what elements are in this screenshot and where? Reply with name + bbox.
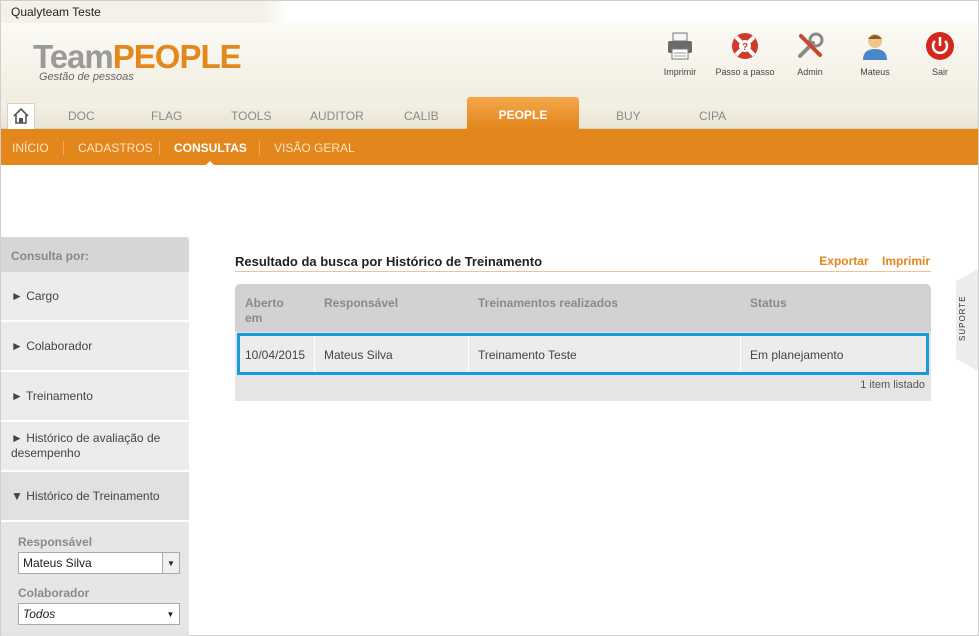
subnav-cadastros[interactable]: CADASTROS	[78, 141, 153, 155]
sidebar-filter-form: Responsável Mateus Silva ▼ Colaborador T…	[1, 522, 189, 632]
cell-divider	[314, 336, 315, 372]
logout-label: Sair	[931, 67, 948, 77]
tab-calib[interactable]: CALIB	[404, 109, 439, 123]
chevron-down-icon[interactable]: ▼	[162, 553, 179, 573]
responsavel-select[interactable]: Mateus Silva ▼	[18, 552, 180, 574]
tools-icon	[798, 32, 824, 58]
svg-text:?: ?	[742, 42, 748, 53]
tab-cipa[interactable]: CIPA	[699, 109, 726, 123]
col-status[interactable]: Status	[750, 296, 787, 311]
responsavel-label: Responsável	[18, 535, 93, 549]
support-side-tab[interactable]: SUPORTE	[956, 269, 978, 371]
module-tabs: DOC FLAG TOOLS AUDITOR CALIB PEOPLE BUY …	[1, 97, 978, 130]
sidebar-item-historico-avaliacao[interactable]: ► Histórico de avaliação de desempenho	[1, 422, 189, 472]
tab-home[interactable]	[7, 103, 35, 129]
tab-flag[interactable]: FLAG	[151, 109, 182, 123]
sub-navigation: INÍCIO CADASTROS CONSULTAS VISÃO GERAL	[1, 129, 978, 165]
printer-icon	[668, 32, 692, 60]
table-row[interactable]: 10/04/2015 Mateus Silva Treinamento Test…	[237, 333, 929, 375]
cell-divider	[468, 336, 469, 372]
sidebar-item-treinamento[interactable]: ► Treinamento	[1, 372, 189, 422]
active-subnav-caret	[205, 161, 215, 166]
colaborador-select[interactable]: Todos ▼	[18, 603, 180, 625]
teampeople-logo[interactable]: TeamPEOPLE Gestão de pessoas	[33, 38, 242, 83]
col-aberto-em[interactable]: Aberto em	[245, 296, 295, 326]
results-actions: Exportar Imprimir	[809, 254, 930, 268]
lifebuoy-icon: ?	[732, 33, 758, 59]
col-responsavel[interactable]: Responsável	[324, 296, 398, 311]
table-count: 1 item listado	[860, 379, 925, 391]
logo-people-text: PEOPLE	[112, 38, 242, 75]
subnav-visao-geral[interactable]: VISÃO GERAL	[274, 141, 355, 155]
col-treinamentos[interactable]: Treinamentos realizados	[478, 296, 618, 311]
print-label: Imprimir	[663, 67, 697, 77]
user-avatar-icon	[863, 34, 887, 60]
results-title: Resultado da busca por Histórico de Trei…	[235, 254, 543, 269]
results-table: Aberto em Responsável Treinamentos reali…	[235, 284, 931, 401]
query-sidebar: Consulta por: ► Cargo ► Colaborador ► Tr…	[1, 237, 189, 636]
responsavel-value: Mateus Silva	[23, 556, 92, 570]
colaborador-value: Todos	[23, 607, 56, 621]
tab-buy[interactable]: BUY	[616, 109, 641, 123]
admin-label: Admin	[797, 67, 823, 77]
home-icon	[13, 107, 29, 124]
subnav-divider	[63, 141, 64, 155]
tab-people[interactable]: PEOPLE	[467, 97, 579, 130]
logo-team-text: Team	[33, 38, 114, 75]
sidebar-item-cargo[interactable]: ► Cargo	[1, 272, 189, 322]
cell-status: Em planejamento	[750, 348, 844, 362]
help-button[interactable]: ? Passo a passo	[715, 31, 775, 77]
cell-aberto-em: 10/04/2015	[245, 348, 306, 362]
help-label: Passo a passo	[715, 67, 775, 77]
tab-doc[interactable]: DOC	[68, 109, 95, 123]
cell-divider	[740, 336, 741, 372]
top-strip: Qualyteam Teste	[1, 1, 978, 23]
subnav-consultas[interactable]: CONSULTAS	[174, 141, 247, 155]
sidebar-item-historico-treinamento[interactable]: ▼ Histórico de Treinamento	[1, 472, 189, 522]
print-link[interactable]: Imprimir	[882, 254, 930, 268]
tab-auditor[interactable]: AUDITOR	[310, 109, 364, 123]
cell-treinamento: Treinamento Teste	[478, 348, 577, 362]
sidebar-item-colaborador[interactable]: ► Colaborador	[1, 322, 189, 372]
export-link[interactable]: Exportar	[819, 254, 868, 268]
tab-tools[interactable]: TOOLS	[231, 109, 271, 123]
power-icon	[926, 32, 954, 60]
app-header: TeamPEOPLE Gestão de pessoas Imprimir ? …	[1, 23, 978, 103]
subnav-divider	[259, 141, 260, 155]
user-label: Mateus	[860, 67, 890, 77]
support-label: SUPORTE	[958, 295, 967, 341]
sidebar-heading: Consulta por:	[1, 237, 189, 272]
cell-responsavel: Mateus Silva	[324, 348, 393, 362]
colaborador-label: Colaborador	[18, 586, 90, 600]
logout-button[interactable]: Sair	[910, 31, 970, 77]
user-button[interactable]: Mateus	[845, 31, 905, 77]
subnav-inicio[interactable]: INÍCIO	[12, 141, 49, 155]
company-name: Qualyteam Teste	[1, 1, 291, 23]
admin-button[interactable]: Admin	[780, 31, 840, 77]
subnav-divider	[159, 141, 160, 155]
chevron-down-icon[interactable]: ▼	[162, 604, 179, 624]
title-divider	[235, 271, 931, 272]
table-header: Aberto em Responsável Treinamentos reali…	[235, 284, 931, 332]
print-button[interactable]: Imprimir	[650, 31, 710, 77]
